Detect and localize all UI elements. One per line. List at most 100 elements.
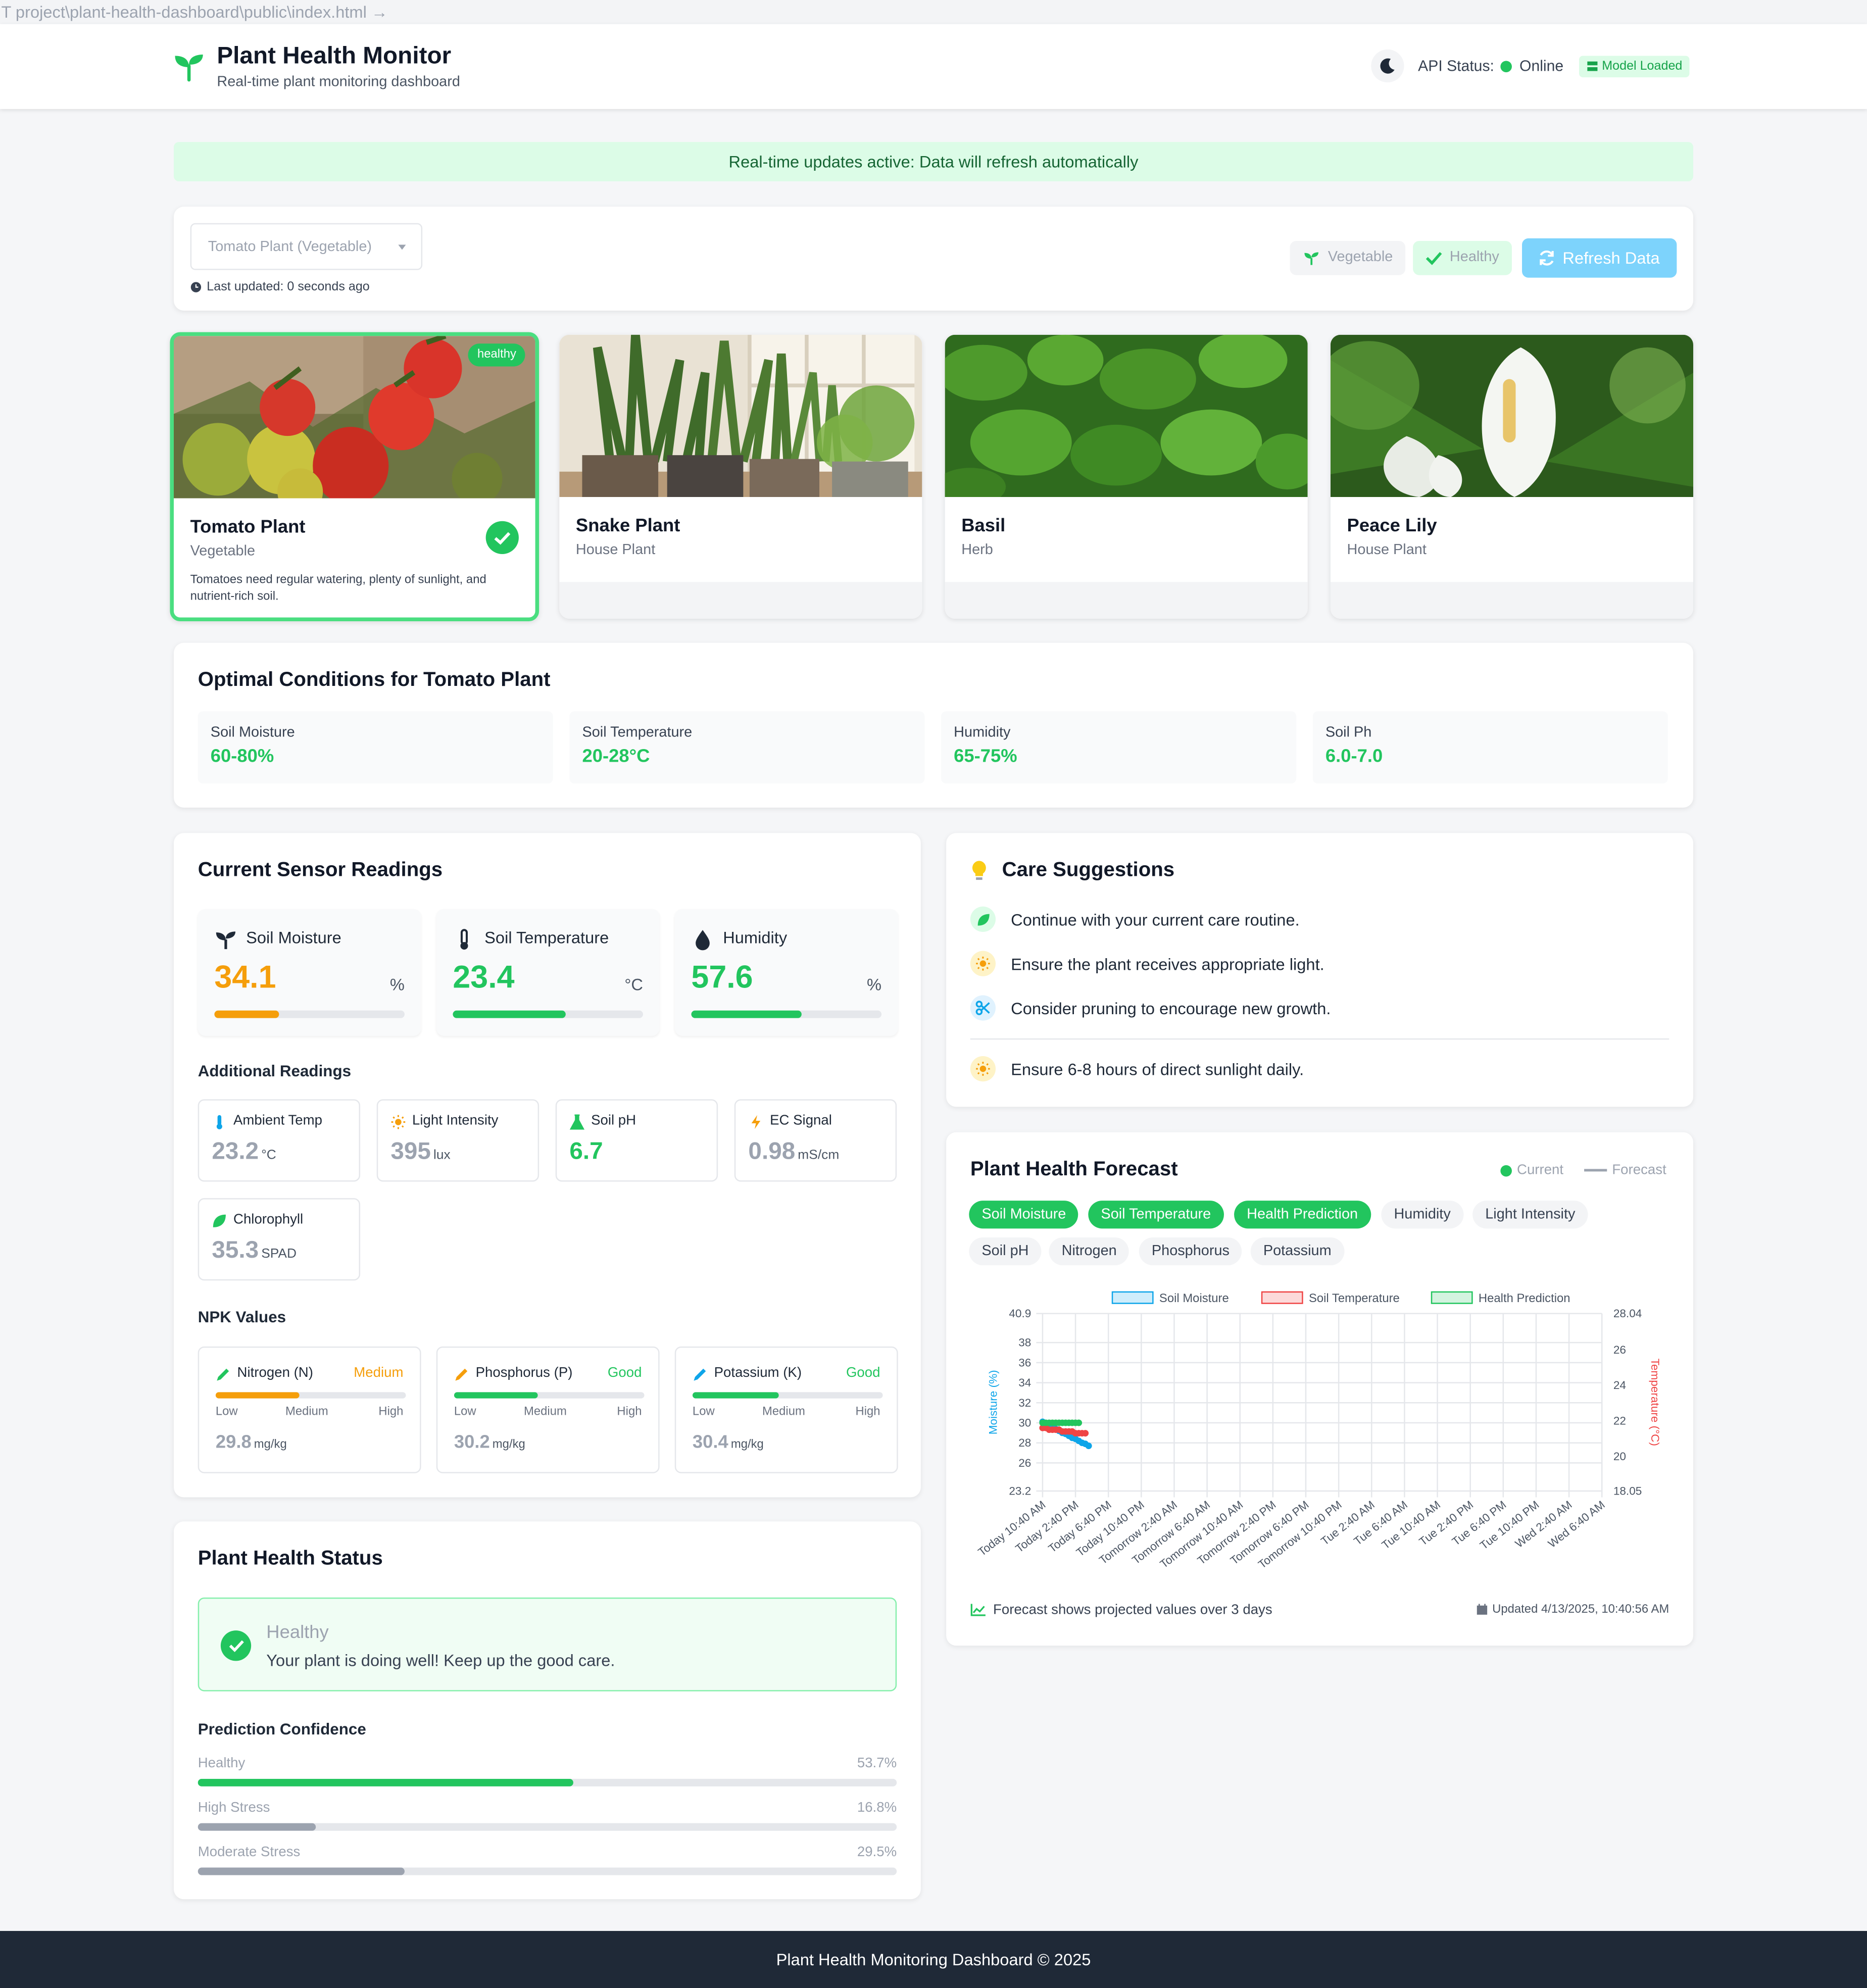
care-item: Continue with your current care routine. — [970, 906, 1300, 932]
npk-value: 29.8 mg/kg — [216, 1433, 287, 1453]
optimal-soil-temperature: Soil Temperature 20-28°C — [569, 711, 925, 784]
npk-number: 29.8 — [215, 1432, 252, 1453]
reading-label: Soil pH — [591, 1113, 636, 1129]
optimal-value: 6.0-7.0 — [1325, 747, 1383, 767]
confidence-fill — [198, 1778, 573, 1786]
chart-line-icon — [970, 1604, 986, 1616]
scale-high: High — [617, 1405, 642, 1419]
last-updated-text: Last updated: 0 seconds ago — [207, 280, 370, 294]
sun-icon — [970, 951, 996, 976]
reading-label: EC Signal — [770, 1113, 832, 1129]
current-dot — [1500, 1164, 1512, 1176]
scale-medium: Medium — [285, 1405, 328, 1419]
data-point — [1082, 1430, 1089, 1437]
sensor-level-bar — [691, 1010, 882, 1018]
confidence-label: High Stress — [198, 1800, 270, 1816]
reading-unit: lux — [433, 1147, 451, 1163]
reading-chlorophyll: Chlorophyll 35.3 SPAD — [198, 1198, 361, 1281]
chip-nitrogen[interactable]: Nitrogen — [1049, 1237, 1129, 1266]
reading-value: 35.3 SPAD — [212, 1237, 297, 1265]
chip-soil-moisture[interactable]: Soil Moisture — [969, 1201, 1079, 1229]
api-status-dot — [1500, 61, 1512, 73]
npk-number: 30.2 — [454, 1432, 490, 1453]
canvas: T project\plant-health-dashboard\public\… — [0, 0, 1867, 1988]
droplet-icon — [696, 930, 710, 951]
npk-values-title: NPK Values — [198, 1308, 286, 1326]
data-point — [1085, 1443, 1092, 1450]
confidence-bar — [198, 1823, 897, 1831]
y-right-axis-title: Temperature (°C) — [1649, 1359, 1661, 1446]
care-item: Ensure 6-8 hours of direct sunlight dail… — [970, 1056, 1304, 1082]
chip-soil-ph[interactable]: Soil pH — [969, 1237, 1042, 1266]
plant-description: Tomatoes need regular watering, plenty o… — [190, 573, 486, 604]
refresh-data-button[interactable]: Refresh Data — [1522, 238, 1677, 278]
chip-potassium[interactable]: Potassium — [1250, 1237, 1344, 1266]
chip-soil-temperature[interactable]: Soil Temperature — [1088, 1201, 1224, 1229]
plant-name: Peace Lily — [1347, 516, 1437, 536]
npk-bar-fill — [692, 1392, 778, 1399]
reading-label: Ambient Temp — [233, 1113, 323, 1129]
server-icon — [1587, 61, 1598, 71]
plant-card-snake-plant[interactable]: Snake Plant House Plant — [559, 334, 922, 619]
reading-ambient-temp: Ambient Temp 23.2 °C — [198, 1099, 361, 1182]
confidence-fill — [198, 1867, 404, 1875]
forecast-line — [1584, 1169, 1607, 1172]
x-tick-label: Wed 6:40 AM — [1546, 1498, 1607, 1550]
chip-light-intensity[interactable]: Light Intensity — [1472, 1201, 1588, 1229]
npk-value: 30.4 mg/kg — [693, 1433, 764, 1453]
chevron-down-icon — [398, 244, 406, 250]
card-footer — [1330, 582, 1694, 619]
npk-nitrogen: Nitrogen (N) Medium Low Medium High 29.8… — [198, 1346, 421, 1473]
npk-bar — [692, 1392, 883, 1399]
top-navbar: Plant Health Monitor Real-time plant mon… — [0, 24, 1867, 109]
plant-type-pill: Vegetable — [1290, 240, 1406, 275]
clock-icon — [190, 282, 202, 292]
sensor-label: Humidity — [723, 928, 788, 948]
plant-type-text: Vegetable — [1328, 250, 1393, 265]
legend-label: Soil Temperature — [1309, 1291, 1400, 1305]
npk-bar — [454, 1392, 645, 1399]
selected-check-icon — [485, 521, 519, 554]
plant-card-basil[interactable]: Basil Herb — [945, 334, 1308, 619]
chip-phosphorus[interactable]: Phosphorus — [1139, 1237, 1243, 1266]
sensor-humidity: Humidity 57.6 % — [674, 909, 898, 1036]
care-suggestions-card: Care Suggestions Continue with your curr… — [946, 833, 1694, 1107]
reading-light-intensity: Light Intensity 395 lux — [376, 1099, 539, 1182]
thermometer-icon — [216, 1115, 222, 1129]
plant-select-value: Tomato Plant (Vegetable) — [208, 239, 372, 255]
chip-humidity[interactable]: Humidity — [1381, 1201, 1463, 1229]
plant-name: Snake Plant — [575, 516, 680, 536]
lightbulb-icon — [972, 861, 986, 880]
last-updated: Last updated: 0 seconds ago — [190, 280, 370, 294]
plant-type: House Plant — [1347, 542, 1427, 558]
sensor-readings-title: Current Sensor Readings — [198, 859, 443, 881]
care-title: Care Suggestions — [1002, 859, 1175, 881]
care-text: Ensure the plant receives appropriate li… — [1011, 954, 1324, 973]
theme-toggle-button[interactable] — [1371, 49, 1404, 83]
legend-label: Health Prediction — [1479, 1291, 1570, 1305]
npk-label: Potassium (K) — [714, 1365, 802, 1381]
model-loaded-text: Model Loaded — [1602, 59, 1683, 74]
health-status-title: Plant Health Status — [198, 1548, 383, 1570]
npk-label: Phosphorus (P) — [475, 1365, 573, 1381]
plant-select-dropdown[interactable]: Tomato Plant (Vegetable) — [190, 223, 423, 270]
reading-unit: mS/cm — [798, 1147, 840, 1163]
forecast-updated-text: Updated 4/13/2025, 10:40:56 AM — [1492, 1602, 1669, 1617]
health-pill: Healthy — [1413, 240, 1512, 275]
plant-type: Vegetable — [190, 543, 256, 559]
reading-value: 23.2 °C — [212, 1138, 276, 1166]
care-divider — [970, 1038, 1669, 1040]
app-title: Plant Health Monitor — [217, 43, 452, 70]
optimal-title: Optimal Conditions for Tomato Plant — [198, 669, 551, 691]
plant-card-peace-lily[interactable]: Peace Lily House Plant — [1330, 334, 1694, 619]
plant-card-tomato[interactable]: healthy Tomato Plant Vegetable Tomatoes … — [170, 332, 539, 621]
check-icon — [1426, 252, 1442, 265]
y-left-tick-label: 32 — [1018, 1397, 1031, 1409]
npk-bar — [215, 1392, 406, 1399]
optimal-value: 65-75% — [954, 747, 1017, 767]
legend-swatch — [1111, 1291, 1154, 1304]
optimal-label: Humidity — [954, 725, 1011, 740]
chip-health-prediction[interactable]: Health Prediction — [1234, 1201, 1371, 1229]
reading-value: 0.98 mS/cm — [748, 1138, 839, 1166]
reading-value: 395 lux — [390, 1138, 450, 1166]
